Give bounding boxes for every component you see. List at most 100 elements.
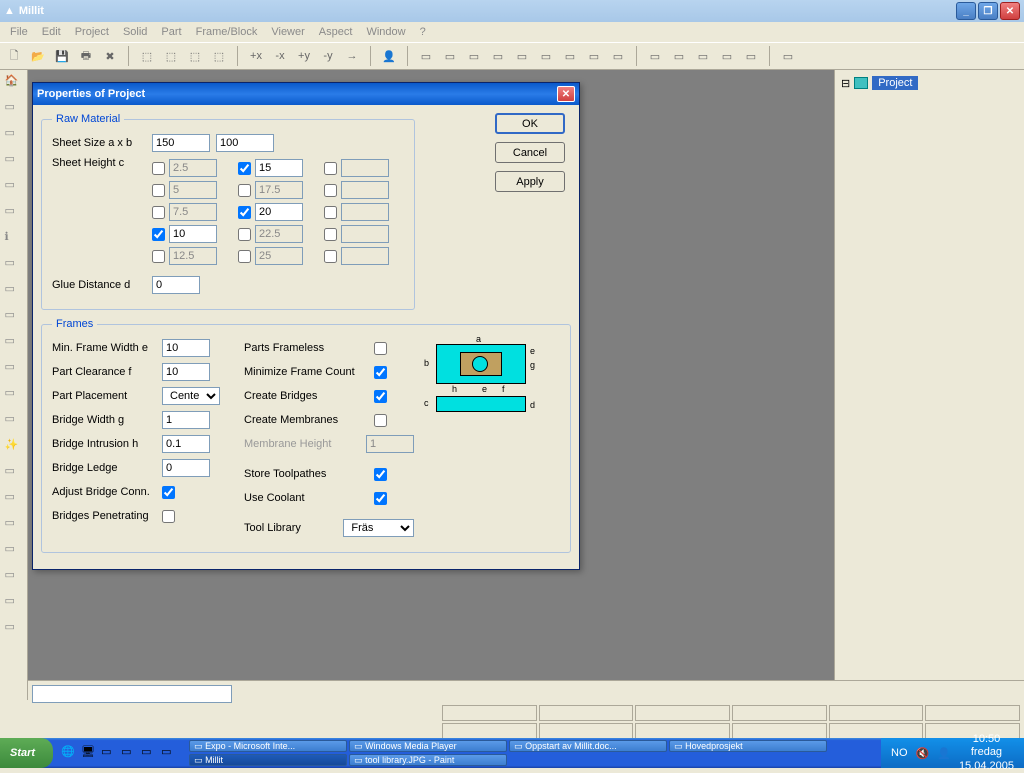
ql-icon[interactable]: ▭ (141, 745, 157, 761)
tool-icon[interactable]: ⬚ (161, 46, 181, 66)
tool-icon[interactable]: ⬚ (209, 46, 229, 66)
cancel-button[interactable]: Cancel (495, 142, 565, 163)
tool-icon[interactable]: 🏠 (5, 74, 23, 92)
tool-icon[interactable]: ▭ (5, 100, 23, 118)
tool-icon[interactable]: ▭ (5, 594, 23, 612)
min-frame-width-input[interactable] (162, 339, 210, 357)
menu-viewer[interactable]: Viewer (265, 24, 310, 40)
height-checkbox[interactable] (152, 228, 165, 241)
height-checkbox[interactable] (324, 206, 337, 219)
tool-icon[interactable]: ▭ (645, 46, 665, 66)
start-button[interactable]: Start (0, 738, 53, 768)
bridges-penetrating-checkbox[interactable] (162, 510, 175, 523)
tool-icon[interactable]: ▭ (5, 256, 23, 274)
menu-project[interactable]: Project (69, 24, 115, 40)
tool-icon[interactable]: ▭ (5, 282, 23, 300)
minimize-frame-checkbox[interactable] (374, 366, 387, 379)
tree-root-node[interactable]: ⊟ Project (839, 74, 1020, 92)
info-icon[interactable]: ℹ (5, 230, 23, 248)
tool-icon[interactable]: ▭ (464, 46, 484, 66)
height-checkbox[interactable] (324, 250, 337, 263)
ql-icon[interactable]: ▭ (101, 745, 117, 761)
height-checkbox[interactable] (238, 250, 251, 263)
menu-aspect[interactable]: Aspect (313, 24, 359, 40)
taskbar-item[interactable]: ▭ Millit (189, 754, 347, 766)
height-input[interactable] (255, 159, 303, 177)
tool-icon[interactable]: ▭ (5, 152, 23, 170)
tool-icon[interactable]: ▭ (5, 386, 23, 404)
menu-frameblock[interactable]: Frame/Block (190, 24, 264, 40)
tool-icon[interactable]: ▭ (608, 46, 628, 66)
tool-icon[interactable]: ▭ (693, 46, 713, 66)
tool-icon[interactable]: ▭ (5, 620, 23, 638)
open-icon[interactable]: 📂 (28, 46, 48, 66)
tool-icon[interactable]: ▭ (536, 46, 556, 66)
height-checkbox[interactable] (324, 162, 337, 175)
language-indicator[interactable]: NO (891, 747, 908, 759)
close-button[interactable]: ✕ (1000, 2, 1020, 20)
ie-icon[interactable]: 🌐 (61, 745, 77, 761)
height-checkbox[interactable] (238, 206, 251, 219)
dialog-titlebar[interactable]: Properties of Project ✕ (33, 83, 579, 105)
taskbar-item[interactable]: ▭ Hovedprosjekt (669, 740, 827, 752)
tool-icon[interactable]: ▭ (669, 46, 689, 66)
create-membranes-checkbox[interactable] (374, 414, 387, 427)
bridge-intrusion-input[interactable] (162, 435, 210, 453)
part-clearance-input[interactable] (162, 363, 210, 381)
use-coolant-checkbox[interactable] (374, 492, 387, 505)
maximize-button[interactable]: ❐ (978, 2, 998, 20)
ql-icon[interactable]: ▭ (121, 745, 137, 761)
tool-library-select[interactable]: Fräs (343, 519, 414, 537)
tool-icon[interactable]: ▭ (440, 46, 460, 66)
tool-icon[interactable]: +y (294, 46, 314, 66)
menu-window[interactable]: Window (360, 24, 411, 40)
taskbar-item[interactable]: ▭ Expo - Microsoft Inte... (189, 740, 347, 752)
user-icon[interactable]: 👤 (379, 46, 399, 66)
minimize-button[interactable]: _ (956, 2, 976, 20)
tray-icon[interactable]: 🔇 (916, 747, 930, 760)
tool-icon[interactable]: ▭ (5, 360, 23, 378)
wand-icon[interactable]: ✨ (5, 438, 23, 456)
tool-icon[interactable]: ▭ (5, 568, 23, 586)
taskbar-item[interactable]: ▭ Windows Media Player (349, 740, 507, 752)
height-checkbox[interactable] (152, 184, 165, 197)
taskbar-item[interactable]: ▭ Oppstart av Millit.doc... (509, 740, 667, 752)
height-input[interactable] (169, 225, 217, 243)
tool-icon[interactable]: ▭ (5, 308, 23, 326)
dialog-close-button[interactable]: ✕ (557, 86, 575, 102)
tool-icon[interactable]: -x (270, 46, 290, 66)
store-toolpathes-checkbox[interactable] (374, 468, 387, 481)
apply-button[interactable]: Apply (495, 171, 565, 192)
ok-button[interactable]: OK (495, 113, 565, 134)
taskbar-item[interactable]: ▭ tool library.JPG - Paint (349, 754, 507, 766)
height-checkbox[interactable] (238, 228, 251, 241)
menu-help[interactable]: ? (414, 24, 432, 40)
tool-icon[interactable]: -y (318, 46, 338, 66)
menu-edit[interactable]: Edit (36, 24, 67, 40)
height-checkbox[interactable] (152, 206, 165, 219)
height-checkbox[interactable] (238, 184, 251, 197)
bridge-width-input[interactable] (162, 411, 210, 429)
tool-icon[interactable]: ▭ (741, 46, 761, 66)
adjust-bridge-checkbox[interactable] (162, 486, 175, 499)
tool-icon[interactable]: ▭ (5, 516, 23, 534)
height-checkbox[interactable] (152, 162, 165, 175)
tool-icon[interactable]: ▭ (5, 204, 23, 222)
sheet-b-input[interactable] (216, 134, 274, 152)
tray-icon[interactable]: 👤 (937, 747, 951, 760)
status-input[interactable] (32, 685, 232, 703)
tool-icon[interactable]: +x (246, 46, 266, 66)
tool-icon[interactable]: ⬚ (137, 46, 157, 66)
create-bridges-checkbox[interactable] (374, 390, 387, 403)
height-checkbox[interactable] (238, 162, 251, 175)
menu-solid[interactable]: Solid (117, 24, 153, 40)
tool-icon[interactable]: ▭ (584, 46, 604, 66)
height-checkbox[interactable] (324, 228, 337, 241)
glue-distance-input[interactable] (152, 276, 200, 294)
bridge-ledge-input[interactable] (162, 459, 210, 477)
tool-icon[interactable]: ▭ (5, 126, 23, 144)
height-input[interactable] (255, 203, 303, 221)
tool-icon[interactable]: ▭ (560, 46, 580, 66)
tool-icon[interactable]: → (342, 46, 362, 66)
tool-icon[interactable]: ▭ (488, 46, 508, 66)
